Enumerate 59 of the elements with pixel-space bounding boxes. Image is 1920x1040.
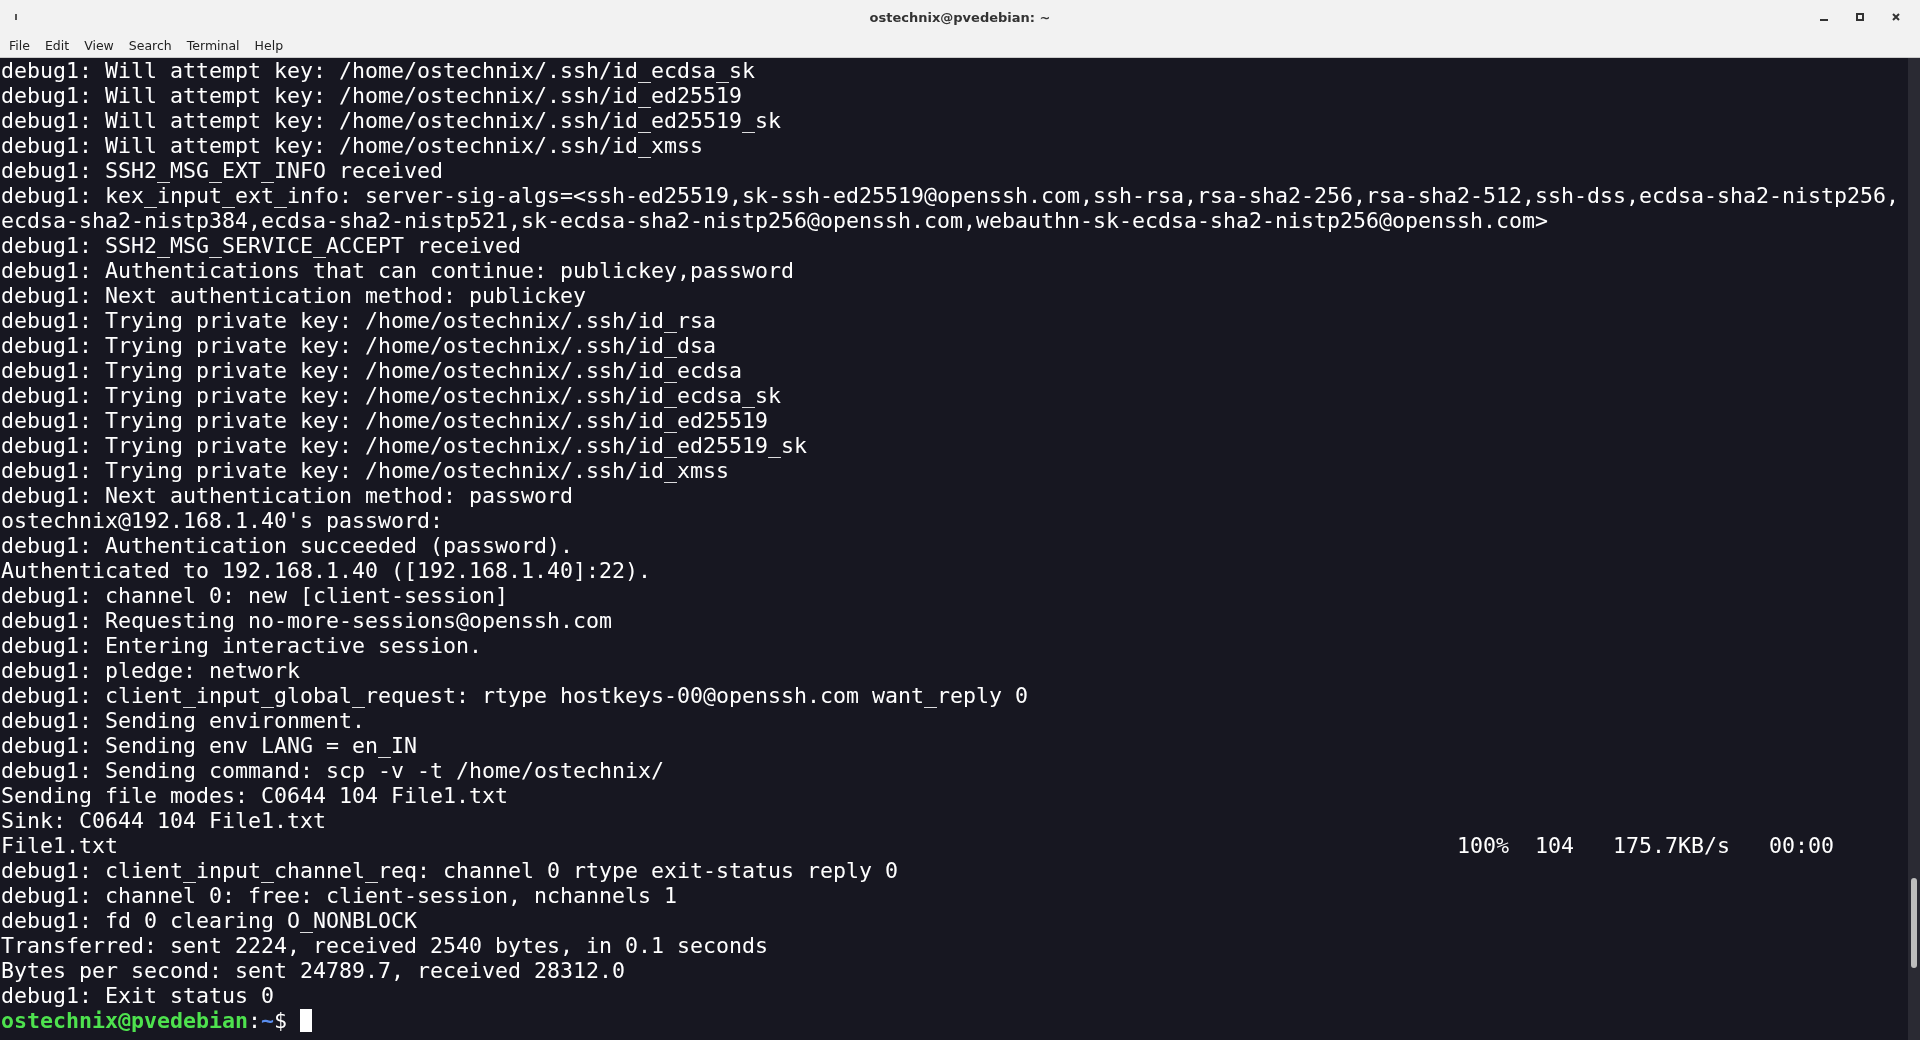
close-icon[interactable]	[1892, 13, 1900, 21]
scrollbar[interactable]	[1908, 58, 1920, 1040]
terminal-line: debug1: Exit status 0	[1, 983, 274, 1008]
terminal-line: debug1: SSH2_MSG_EXT_INFO received	[1, 158, 444, 183]
terminal-line: debug1: Next authentication method: publickey	[1, 283, 587, 308]
scrollbar-thumb[interactable]	[1911, 878, 1917, 968]
menu-item[interactable]: Terminal	[181, 36, 245, 55]
terminal-line: debug1: Sending command: scp -v -t /home/ostechnix/	[1, 758, 665, 783]
terminal-line: debug1: Will attempt key: /home/ostechnix/.ssh/id_ed25519	[1, 83, 743, 108]
transfer-size: 104	[1535, 833, 1576, 858]
terminal-line: debug1: Next authentication method: password	[1, 483, 574, 508]
terminal-line: debug1: client_input_channel_req: channel 0 rtype exit-status reply 0	[1, 858, 899, 883]
transfer-time: 00:00	[1769, 833, 1836, 858]
terminal-line: debug1: client_input_global_request: rtype hostkeys-00@openssh.com want_reply 0	[1, 683, 1029, 708]
transfer-file-name: File1.txt	[1, 833, 119, 858]
terminal-line: Bytes per second: sent 24789.7, received 28312.0	[1, 958, 626, 983]
terminal-line: debug1: Authentications that can continue: publickey,password	[1, 258, 795, 283]
menu-item[interactable]: View	[79, 36, 119, 55]
maximize-icon[interactable]	[1856, 13, 1864, 21]
terminal-line: debug1: Authentication succeeded (password).	[1, 533, 574, 558]
menu-item[interactable]: File	[4, 36, 35, 55]
menu-item[interactable]: Help	[249, 36, 289, 55]
terminal-line: debug1: pledge: network	[1, 658, 300, 683]
prompt-user-host: ostechnix@pvedebian	[1, 1008, 248, 1033]
terminal-line: debug1: channel 0: free: client-session, nchannels 1	[1, 883, 678, 908]
window-menu-icon[interactable]	[14, 13, 18, 21]
terminal-line: debug1: Sending environment.	[1, 708, 365, 733]
terminal-line: debug1: Trying private key: /home/ostechnix/.ssh/id_xmss	[1, 458, 730, 483]
terminal-line: Authenticated to 192.168.1.40 ([192.168.1.40]:22).	[1, 558, 652, 583]
text-cursor	[300, 1009, 313, 1032]
terminal-line: ecdsa-sha2-nistp384,ecdsa-sha2-nistp521,sk-ecdsa-sha2-nistp256@openssh.com,webauthn-sk-ecdsa-sha2-nistp256@openssh.com>	[1, 208, 1549, 233]
terminal-line: debug1: Trying private key: /home/ostechnix/.ssh/id_ecdsa	[1, 358, 743, 383]
terminal-line: debug1: Requesting no-more-sessions@openssh.com	[1, 608, 613, 633]
terminal-line: debug1: Will attempt key: /home/ostechnix/.ssh/id_ecdsa_sk	[1, 58, 756, 83]
terminal-line: debug1: kex_input_ext_info: server-sig-algs=<ssh-ed25519,sk-ssh-ed25519@openssh.com,ssh-rsa,rsa-sha2-256,rsa-sha2-512,ssh-dss,ecdsa-sha2-nistp256,	[1, 183, 1900, 208]
prompt-symbol: $	[274, 1008, 288, 1033]
prompt-separator: :	[248, 1008, 262, 1033]
menu-item[interactable]: Search	[123, 36, 177, 55]
terminal-line: debug1: channel 0: new [client-session]	[1, 583, 509, 608]
transfer-rate: 175.7KB/s	[1613, 833, 1732, 858]
terminal-line: Sink: C0644 104 File1.txt	[1, 808, 326, 833]
terminal-line: Transferred: sent 2224, received 2540 bytes, in 0.1 seconds	[1, 933, 769, 958]
menu-item[interactable]: Edit	[39, 36, 75, 55]
terminal-line: debug1: fd 0 clearing O_NONBLOCK	[1, 908, 418, 933]
terminal-line: debug1: Sending env LANG = en_IN	[1, 733, 418, 758]
terminal-line: debug1: Trying private key: /home/ostechnix/.ssh/id_ecdsa_sk	[1, 383, 782, 408]
terminal-line: debug1: Trying private key: /home/ostechnix/.ssh/id_dsa	[1, 333, 717, 358]
terminal-line: Sending file modes: C0644 104 File1.txt	[1, 783, 509, 808]
transfer-percent: 100%	[1457, 833, 1511, 858]
terminal-line: debug1: Will attempt key: /home/ostechnix/.ssh/id_ed25519_sk	[1, 108, 782, 133]
prompt-path: ~	[261, 1008, 275, 1033]
terminal-line: debug1: Trying private key: /home/ostechnix/.ssh/id_ed25519	[1, 408, 769, 433]
terminal-line: ostechnix@192.168.1.40's password:	[1, 508, 444, 533]
terminal-line: debug1: Will attempt key: /home/ostechnix/.ssh/id_xmss	[1, 133, 704, 158]
terminal-line: debug1: Trying private key: /home/ostechnix/.ssh/id_ed25519_sk	[1, 433, 808, 458]
terminal-line: debug1: Trying private key: /home/ostechnix/.ssh/id_rsa	[1, 308, 717, 333]
terminal-line: debug1: Entering interactive session.	[1, 633, 483, 658]
terminal-line: debug1: SSH2_MSG_SERVICE_ACCEPT received	[1, 233, 522, 258]
window-title: ostechnix@pvedebian: ~	[869, 9, 1051, 25]
